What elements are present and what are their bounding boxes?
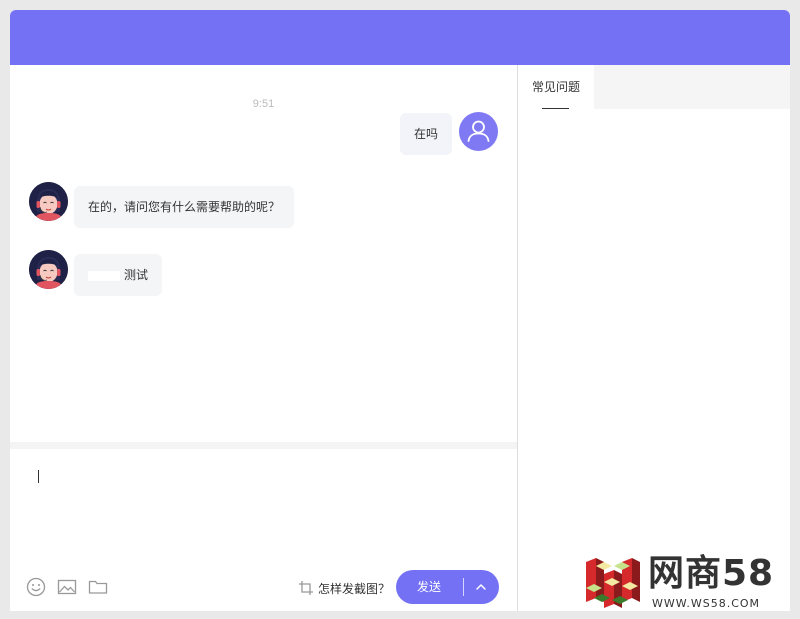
message-timestamp: 9:51 — [252, 98, 275, 110]
user-avatar — [459, 112, 498, 151]
header-bar — [10, 10, 790, 65]
side-panel: 常见问题 — [518, 65, 790, 611]
message-text: 在吗 — [414, 127, 439, 141]
send-separator — [463, 578, 464, 596]
message-bubble-agent: 在的，请问您有什么需要帮助的呢？ — [74, 186, 295, 228]
screenshot-help-label: 怎样发截图？ — [318, 581, 391, 596]
send-options-button[interactable] — [468, 570, 494, 604]
agent-avatar — [29, 182, 68, 221]
tab-faq[interactable]: 常见问题 — [518, 65, 594, 109]
image-icon[interactable] — [57, 577, 77, 597]
text-caret — [38, 470, 39, 483]
user-icon — [467, 120, 490, 142]
message-text: 测试 — [124, 268, 149, 282]
chat-window: 9:51 在吗 在的，请问您有什么需要帮助的呢？ 测试 怎样发截图？ 发送 常见… — [10, 10, 790, 611]
screenshot-help-link[interactable]: 怎样发截图？ — [298, 579, 390, 597]
watermark-url: WWW.WS58.COM — [652, 597, 761, 610]
emoji-icon[interactable] — [26, 577, 46, 597]
chat-panel: 9:51 在吗 在的，请问您有什么需要帮助的呢？ 测试 怎样发截图？ 发送 — [10, 65, 517, 611]
side-tab-bar: 常见问题 — [518, 65, 790, 109]
folder-icon[interactable] — [88, 577, 108, 597]
agent-avatar — [29, 250, 68, 289]
cubes-logo-icon — [586, 558, 640, 608]
composer-divider — [10, 442, 517, 449]
message-text: 在的，请问您有什么需要帮助的呢？ — [88, 200, 281, 214]
message-bubble-user: 在吗 — [400, 113, 453, 155]
redacted-area — [88, 270, 120, 281]
message-bubble-agent: 测试 — [74, 254, 163, 296]
agent-avatar-icon — [29, 182, 68, 221]
send-button-group: 发送 — [396, 570, 499, 604]
crop-icon — [299, 581, 313, 595]
chevron-up-icon — [476, 584, 486, 590]
watermark-name: 网商58 — [648, 553, 775, 594]
send-button[interactable]: 发送 — [396, 570, 462, 604]
message-input[interactable]: 怎样发截图？ 发送 — [10, 449, 517, 611]
active-tab-indicator — [542, 108, 569, 109]
agent-avatar-icon — [29, 250, 68, 289]
watermark-logo: 网商58 WWW.WS58.COM — [582, 552, 790, 612]
tab-label: 常见问题 — [531, 80, 580, 94]
